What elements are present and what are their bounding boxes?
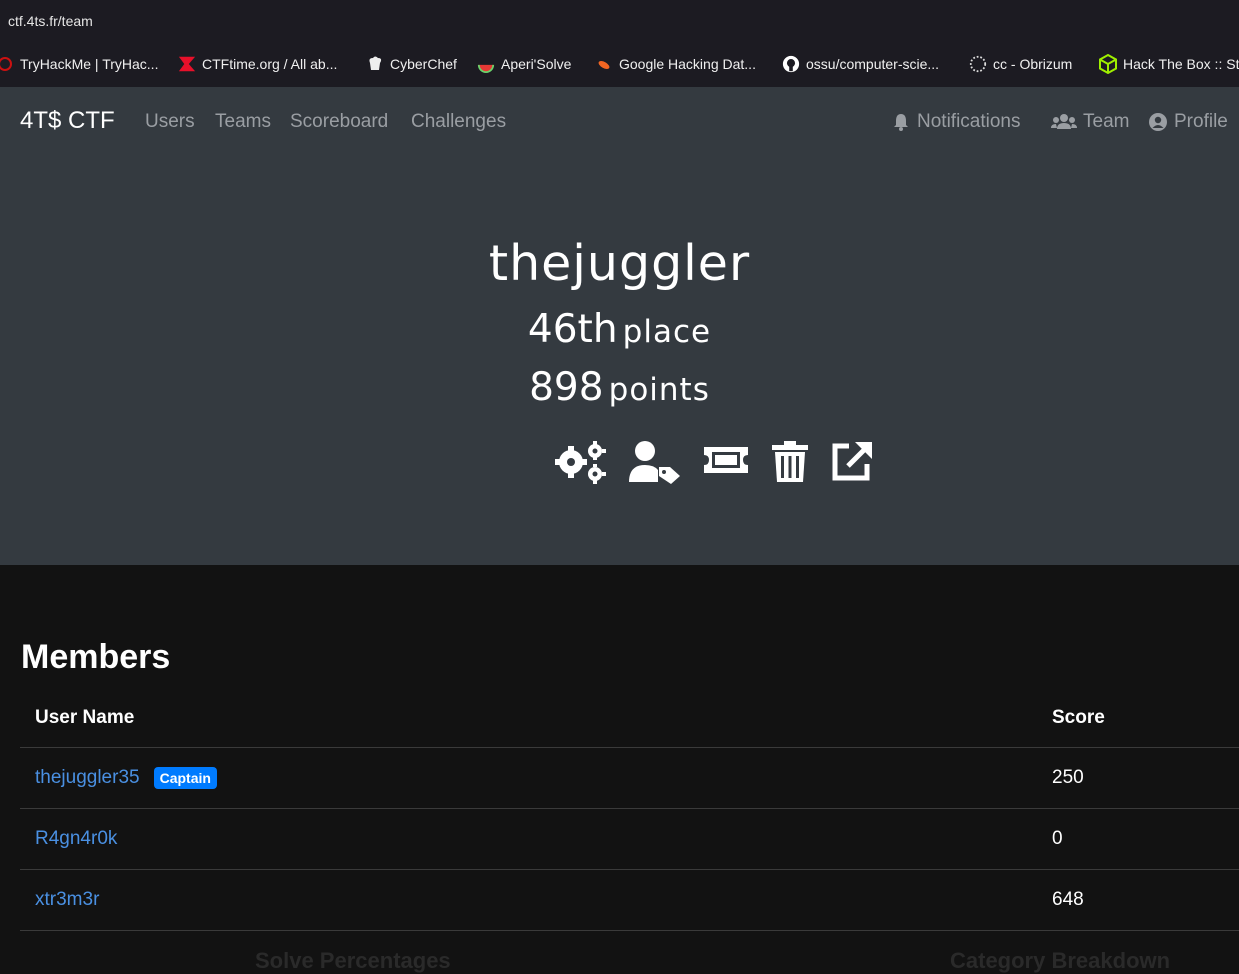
bookmark-label: CTFtime.org / All ab... <box>202 56 338 72</box>
nav-team[interactable]: Team <box>1051 111 1129 133</box>
bookmark-label: Hack The Box :: St <box>1123 56 1239 72</box>
column-user-name: User Name <box>35 707 135 728</box>
url-text[interactable]: ctf.4ts.fr/team <box>8 13 93 29</box>
captain-badge: Captain <box>153 767 217 789</box>
site-brand[interactable]: 4T$ CTF <box>20 107 115 135</box>
tryhackme-icon <box>0 55 14 73</box>
external-link-icon <box>832 442 872 481</box>
bookmark-label: ossu/computer-scie... <box>806 56 940 72</box>
bookmark-label: CyberChef <box>390 56 457 72</box>
ctftime-icon <box>178 55 196 73</box>
settings-icon <box>555 441 606 484</box>
team-invite-button[interactable] <box>702 440 750 489</box>
members-heading: Members <box>21 638 171 676</box>
member-score: 0 <box>1052 828 1063 849</box>
member-name-cell: R4gn4r0k <box>35 828 117 850</box>
team-external-link-button[interactable] <box>830 440 874 489</box>
bookmark-ctftime[interactable]: CTFtime.org / All ab... <box>178 53 337 75</box>
solve-percentages-heading: Solve Percentages <box>255 948 451 973</box>
trash-icon <box>772 441 808 482</box>
bookmark-label: cc - Obrizum <box>993 56 1073 72</box>
team-disband-button[interactable] <box>771 440 809 489</box>
bookmark-label: Google Hacking Dat... <box>619 56 756 72</box>
nav-challenges[interactable]: Challenges <box>411 111 506 133</box>
team-actions <box>0 440 1239 488</box>
member-score: 648 <box>1052 889 1084 910</box>
bookmark-cyberchef[interactable]: CyberChef <box>366 53 457 75</box>
team-header: thejuggler 46th place 898 points <box>0 159 1239 565</box>
github-icon <box>782 55 800 73</box>
nav-scoreboard[interactable]: Scoreboard <box>290 111 388 133</box>
team-points-value: 898 <box>529 365 604 410</box>
ticket-icon <box>704 447 748 473</box>
cyberchef-icon <box>366 55 384 73</box>
table-row: thejuggler35 Captain 250 <box>20 748 1239 809</box>
member-name-cell: thejuggler35 Captain <box>35 767 217 789</box>
team-name: thejuggler <box>488 235 751 292</box>
nav-teams[interactable]: Teams <box>215 111 271 133</box>
member-link[interactable]: thejuggler35 <box>35 767 140 789</box>
nav-team-label: Team <box>1083 111 1130 132</box>
members-table: User Name Score thejuggler35 Captain 250… <box>20 688 1239 931</box>
hackthebox-icon <box>1099 54 1117 74</box>
user-circle-icon <box>1149 113 1167 131</box>
bookmark-hackthebox[interactable]: Hack The Box :: St <box>1099 53 1239 75</box>
bookmarks-bar: TryHackMe | TryHac... CTFtime.org / All … <box>0 42 1239 87</box>
bookmark-ossu-github[interactable]: ossu/computer-scie... <box>782 53 939 75</box>
member-score: 250 <box>1052 767 1084 788</box>
nav-profile-label: Profile <box>1174 111 1228 132</box>
site-navbar: 4T$ CTF Users Teams Scoreboard Challenge… <box>0 87 1239 159</box>
team-settings-button[interactable] <box>554 440 608 489</box>
nav-users[interactable]: Users <box>145 111 195 133</box>
nav-notifications[interactable]: Notifications <box>891 111 1021 133</box>
table-row: xtr3m3r 648 <box>20 870 1239 931</box>
bell-icon <box>894 114 908 131</box>
team-place-value: 46th <box>527 307 618 352</box>
users-icon <box>1051 114 1077 129</box>
bookmark-aperisolve[interactable]: Aperi'Solve <box>477 53 571 75</box>
user-tag-icon <box>629 441 680 484</box>
table-row: R4gn4r0k 0 <box>20 809 1239 870</box>
team-points-label: points <box>608 372 710 408</box>
member-link[interactable]: R4gn4r0k <box>35 828 117 850</box>
browser-url-bar[interactable]: ctf.4ts.fr/team <box>0 0 1239 42</box>
exploitdb-icon <box>595 55 613 73</box>
bookmark-label: Aperi'Solve <box>501 56 572 72</box>
team-points: 898 points <box>0 365 1239 410</box>
aperisolve-icon <box>477 55 495 73</box>
obrizum-icon <box>969 55 987 73</box>
team-place-label: place <box>622 314 712 350</box>
bookmark-obrizum[interactable]: cc - Obrizum <box>969 53 1072 75</box>
bookmark-google-hacking[interactable]: Google Hacking Dat... <box>595 53 756 75</box>
column-score: Score <box>1052 707 1105 728</box>
bookmark-label: TryHackMe | TryHac... <box>20 56 159 72</box>
team-captain-button[interactable] <box>628 440 682 489</box>
member-link[interactable]: xtr3m3r <box>35 889 99 911</box>
member-name-cell: xtr3m3r <box>35 889 99 911</box>
team-place: 46th place <box>0 307 1239 352</box>
nav-notifications-label: Notifications <box>917 111 1021 132</box>
nav-profile[interactable]: Profile <box>1148 111 1228 133</box>
category-breakdown-heading: Category Breakdown <box>950 948 1171 973</box>
members-table-header: User Name Score <box>20 688 1239 748</box>
bookmark-tryhackme[interactable]: TryHackMe | TryHac... <box>0 53 158 75</box>
